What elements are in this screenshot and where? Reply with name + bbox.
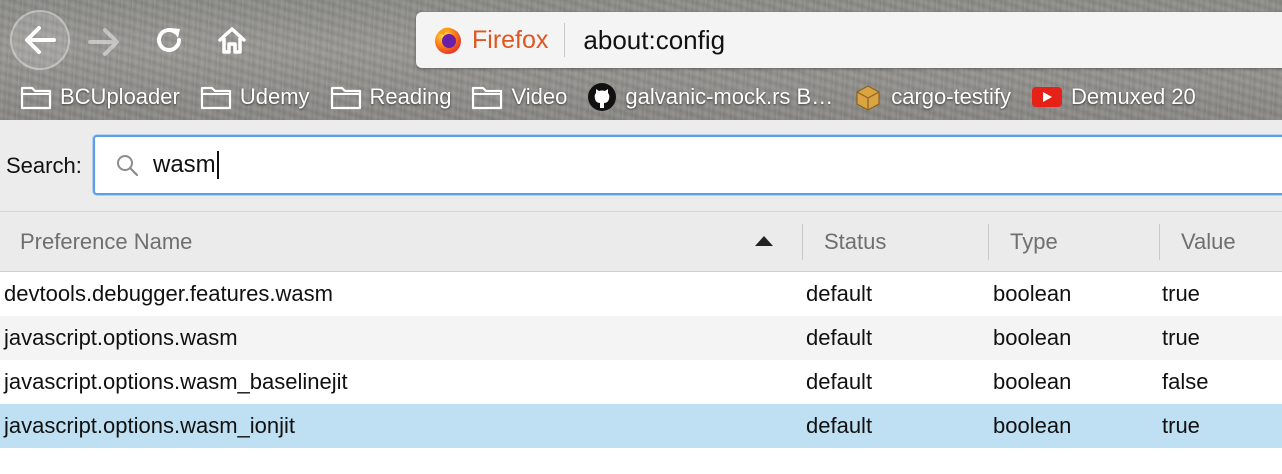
home-icon — [218, 27, 246, 54]
pref-name: devtools.debugger.features.wasm — [4, 281, 333, 306]
arrow-right-icon — [88, 28, 119, 56]
cargo-icon — [853, 82, 883, 112]
pref-name: javascript.options.wasm_ionjit — [4, 413, 296, 438]
bookmark-label: Video — [511, 84, 568, 109]
bookmark-cargo-testify[interactable]: cargo-testify — [853, 82, 1011, 112]
column-divider[interactable] — [802, 224, 803, 260]
bookmark-label: Demuxed 20 — [1071, 84, 1196, 109]
column-label: Status — [824, 229, 887, 254]
back-button[interactable] — [10, 10, 70, 70]
pref-value: true — [1162, 325, 1200, 350]
text-caret — [216, 151, 219, 179]
search-icon — [115, 153, 139, 177]
folder-icon — [330, 84, 362, 110]
url-text[interactable]: about:config — [583, 25, 725, 56]
pref-value: false — [1162, 369, 1209, 394]
column-label: Type — [1010, 229, 1058, 254]
browser-toolbar: Firefox about:config BCUploader Udemy Re… — [0, 0, 1282, 120]
pref-status: default — [806, 325, 873, 350]
column-divider[interactable] — [988, 224, 989, 260]
bookmark-udemy[interactable]: Udemy — [200, 84, 310, 110]
bookmark-label: Reading — [369, 84, 452, 109]
identity-label: Firefox — [472, 25, 549, 54]
forward-button[interactable] — [82, 20, 126, 64]
search-row: Search: wasm — [0, 120, 1282, 212]
bookmark-label: galvanic-mock.rs B… — [625, 84, 834, 109]
column-divider[interactable] — [1159, 224, 1160, 260]
column-header-type[interactable]: Type — [1010, 212, 1058, 272]
preferences-table: Preference Name Status Type Value devtoo… — [0, 212, 1282, 448]
pref-type: boolean — [993, 413, 1072, 438]
bookmark-bcuploader[interactable]: BCUploader — [20, 84, 180, 110]
table-row-selected[interactable]: javascript.options.wasm_ionjit default b… — [0, 404, 1282, 448]
pref-value: true — [1162, 413, 1200, 438]
bookmarks-toolbar: BCUploader Udemy Reading Video galvanic-… — [0, 76, 1216, 118]
column-header-value[interactable]: Value — [1181, 212, 1236, 272]
pref-type: boolean — [993, 281, 1072, 306]
bookmark-demuxed[interactable]: Demuxed 20 — [1031, 84, 1196, 110]
pref-name: javascript.options.wasm — [4, 325, 238, 350]
column-label: Preference Name — [20, 229, 193, 254]
bookmark-label: cargo-testify — [891, 84, 1012, 109]
bookmark-reading[interactable]: Reading — [330, 84, 452, 110]
youtube-icon — [1031, 85, 1063, 109]
firefox-logo-icon — [435, 27, 461, 54]
pref-name: javascript.options.wasm_baselinejit — [4, 369, 348, 394]
bookmark-label: BCUploader — [60, 84, 180, 109]
search-input[interactable]: wasm — [93, 135, 1282, 195]
table-row[interactable]: devtools.debugger.features.wasm default … — [0, 272, 1282, 316]
column-header-preference-name[interactable]: Preference Name — [20, 212, 192, 272]
pref-status: default — [806, 369, 873, 394]
table-row[interactable]: javascript.options.wasm_baselinejit defa… — [0, 360, 1282, 404]
bookmark-galvanic-mock[interactable]: galvanic-mock.rs B… — [587, 82, 833, 112]
folder-icon — [471, 84, 503, 110]
home-button[interactable] — [210, 18, 254, 62]
pref-status: default — [806, 281, 873, 306]
search-label: Search: — [6, 153, 82, 178]
bookmark-video[interactable]: Video — [471, 84, 567, 110]
pref-value: true — [1162, 281, 1200, 306]
github-icon — [587, 82, 617, 112]
arrow-left-icon — [25, 26, 56, 54]
search-value: wasm — [153, 151, 216, 178]
table-row[interactable]: javascript.options.wasm default boolean … — [0, 316, 1282, 360]
identity-box[interactable]: Firefox — [416, 12, 564, 68]
reload-button[interactable] — [147, 18, 191, 62]
url-separator — [564, 23, 566, 57]
column-label: Value — [1181, 229, 1236, 254]
column-header-status[interactable]: Status — [824, 212, 886, 272]
folder-icon — [200, 84, 232, 110]
reload-icon — [157, 28, 181, 52]
folder-icon — [20, 84, 52, 110]
bookmark-label: Udemy — [239, 84, 310, 109]
pref-type: boolean — [993, 369, 1072, 394]
url-bar[interactable]: Firefox about:config — [416, 12, 1282, 68]
sort-ascending-icon — [755, 236, 773, 246]
table-header: Preference Name Status Type Value — [0, 212, 1282, 272]
pref-status: default — [806, 413, 873, 438]
pref-type: boolean — [993, 325, 1072, 350]
